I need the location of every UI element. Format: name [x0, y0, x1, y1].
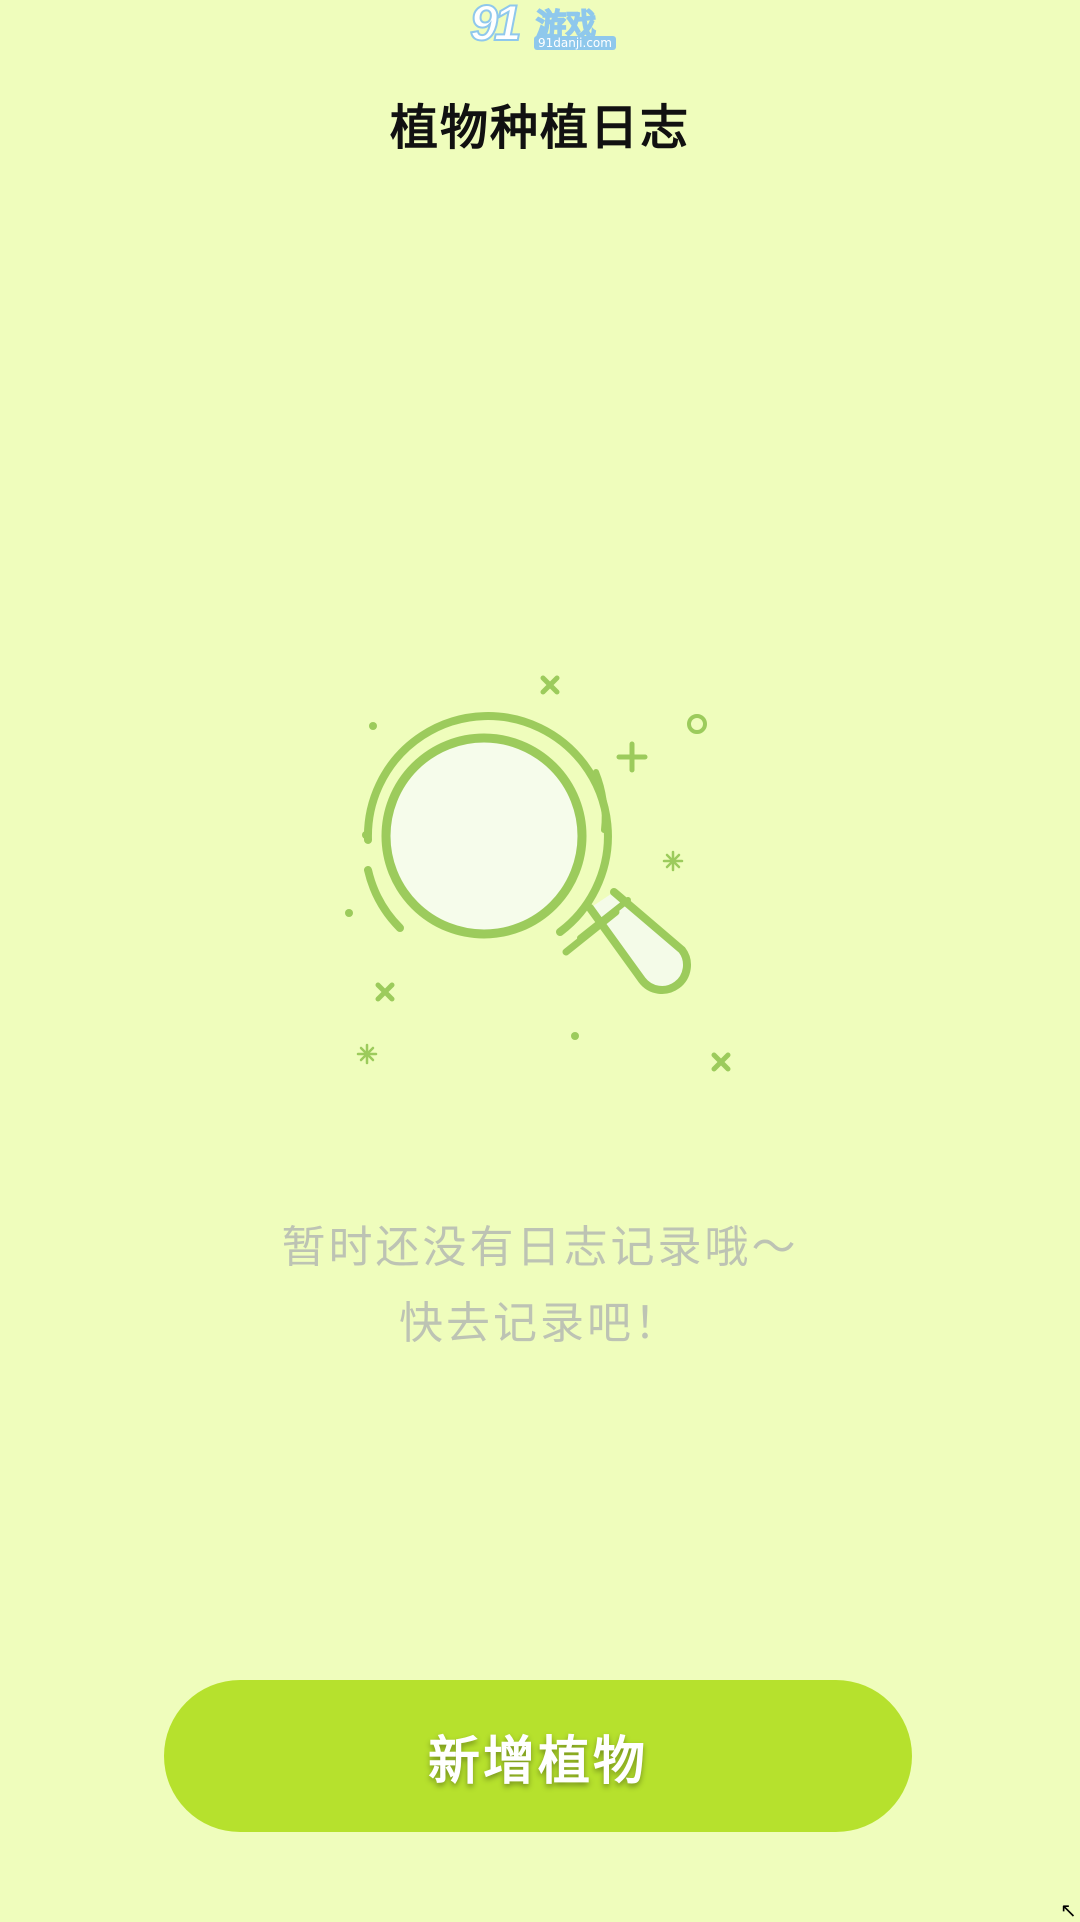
empty-state-line1: 暂时还没有日志记录哦～ [281, 1222, 799, 1273]
watermark-number: 91 [469, 0, 523, 52]
magnifier-lens [381, 733, 587, 939]
add-plant-button[interactable]: 新增植物 [164, 1680, 912, 1832]
magnifier-handle [586, 888, 691, 994]
magnifier-icon [345, 675, 731, 1072]
resize-arrow-icon: ↖ [1060, 1898, 1077, 1922]
empty-state-line2: 快去记录吧！ [399, 1298, 681, 1349]
empty-state-illustration [330, 660, 750, 1100]
empty-state-message: 暂时还没有日志记录哦～ 快去记录吧！ [0, 1210, 1080, 1362]
watermark-logo: 91 游戏 91danji.com [469, 0, 620, 56]
sparkle-ring-icon [687, 714, 707, 734]
sparkle-plus-icon [616, 741, 648, 773]
page-title: 植物种植日志 [389, 100, 690, 156]
watermark-site: 91danji.com [534, 36, 616, 50]
